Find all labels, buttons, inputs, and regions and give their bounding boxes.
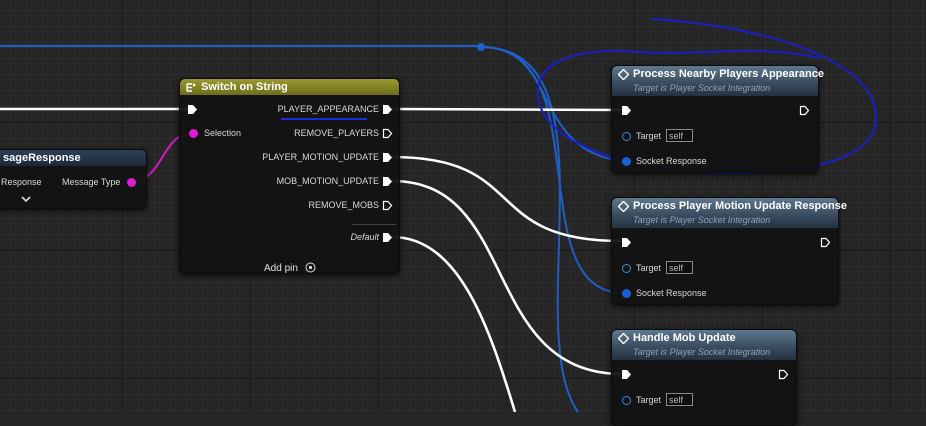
target-pin[interactable]	[622, 132, 631, 141]
target-label: Target	[636, 263, 662, 273]
output-label-player-motion-update: PLAYER_MOTION_UPDATE	[262, 152, 379, 162]
node-subtitle: Target is Player Socket Integration	[633, 347, 771, 357]
node-title: Handle Mob Update	[633, 332, 736, 344]
node-subtitle: Target is Player Socket Integration	[633, 83, 771, 93]
switch-icon	[186, 83, 196, 92]
selection-pin[interactable]	[189, 129, 198, 138]
response-pin-label: Response	[1, 177, 42, 187]
exec-out-pin[interactable]	[382, 152, 393, 163]
socket-response-pin[interactable]	[622, 289, 631, 298]
add-pin-label: Add pin	[264, 263, 298, 274]
socket-response-label: Socket Response	[636, 288, 707, 298]
exec-out-pin[interactable]	[382, 128, 393, 139]
socket-response-pin[interactable]	[622, 157, 631, 166]
target-self-field[interactable]: self	[666, 393, 693, 406]
exec-in-pin[interactable]	[621, 105, 632, 116]
exec-out-pin[interactable]	[382, 104, 393, 115]
function-icon	[618, 201, 629, 212]
process-player-motion-update-response-node[interactable]: Process Player Motion Update Response Ta…	[611, 197, 847, 305]
exec-out-pin[interactable]	[778, 369, 789, 380]
annotation-underline	[281, 118, 367, 120]
function-icon	[618, 333, 629, 344]
node-title: sageResponse	[3, 152, 81, 164]
object-wire[interactable]	[480, 46, 623, 294]
node-header: Switch on String	[180, 79, 399, 95]
node-header: Handle Mob Update Target is Player Socke…	[612, 330, 796, 360]
exec-wire[interactable]	[391, 235, 517, 412]
node-title: Process Nearby Players Appearance	[633, 68, 824, 80]
target-self-field[interactable]: self	[666, 129, 693, 142]
target-pin[interactable]	[622, 396, 631, 405]
exec-in-pin[interactable]	[187, 104, 198, 115]
output-label-mob-motion-update: MOB_MOTION_UPDATE	[276, 176, 379, 186]
target-pin[interactable]	[622, 264, 631, 273]
exec-out-pin[interactable]	[382, 200, 393, 211]
default-label: Default	[350, 232, 379, 242]
exec-wire[interactable]	[391, 107, 622, 112]
function-icon	[618, 69, 629, 80]
node-title: Process Player Motion Update Response	[633, 200, 847, 212]
process-nearby-players-appearance-node[interactable]: Process Nearby Players Appearance Target…	[611, 65, 824, 173]
node-title: Switch on String	[201, 81, 288, 93]
exec-out-pin[interactable]	[382, 232, 393, 243]
output-label-player-appearance: PLAYER_APPEARANCE	[277, 104, 379, 114]
divider	[352, 224, 396, 225]
switch-on-string-node[interactable]: Switch on String Selection PLAYER_APPEAR…	[179, 78, 400, 274]
exec-wire[interactable]	[391, 155, 622, 243]
plus-circle-icon	[305, 262, 316, 273]
message-type-pin[interactable]	[127, 178, 136, 187]
message-type-pin-label: Message Type	[62, 177, 121, 187]
output-label-remove-mobs: REMOVE_MOBS	[308, 200, 379, 210]
output-label-remove-players: REMOVE_PLAYERS	[294, 128, 379, 138]
exec-in-pin[interactable]	[621, 369, 632, 380]
exec-out-pin[interactable]	[799, 105, 810, 116]
handle-mob-update-node[interactable]: Handle Mob Update Target is Player Socke…	[611, 329, 797, 426]
node-header: sageResponse	[0, 150, 146, 166]
node-header: Process Player Motion Update Response Ta…	[612, 198, 847, 228]
exec-out-pin[interactable]	[820, 237, 831, 248]
chevron-down-icon[interactable]	[21, 196, 31, 203]
node-header: Process Nearby Players Appearance Target…	[612, 66, 824, 96]
message-response-node[interactable]: sageResponse Response Message Type	[0, 149, 147, 209]
selection-label: Selection	[204, 128, 242, 138]
target-self-field[interactable]: self	[666, 261, 693, 274]
target-label: Target	[636, 131, 662, 141]
exec-in-pin[interactable]	[621, 237, 632, 248]
node-subtitle: Target is Player Socket Integration	[633, 215, 771, 225]
socket-response-label: Socket Response	[636, 156, 707, 166]
target-label: Target	[636, 395, 662, 405]
add-pin-button[interactable]: Add pin	[264, 258, 316, 274]
exec-out-pin[interactable]	[382, 176, 393, 187]
